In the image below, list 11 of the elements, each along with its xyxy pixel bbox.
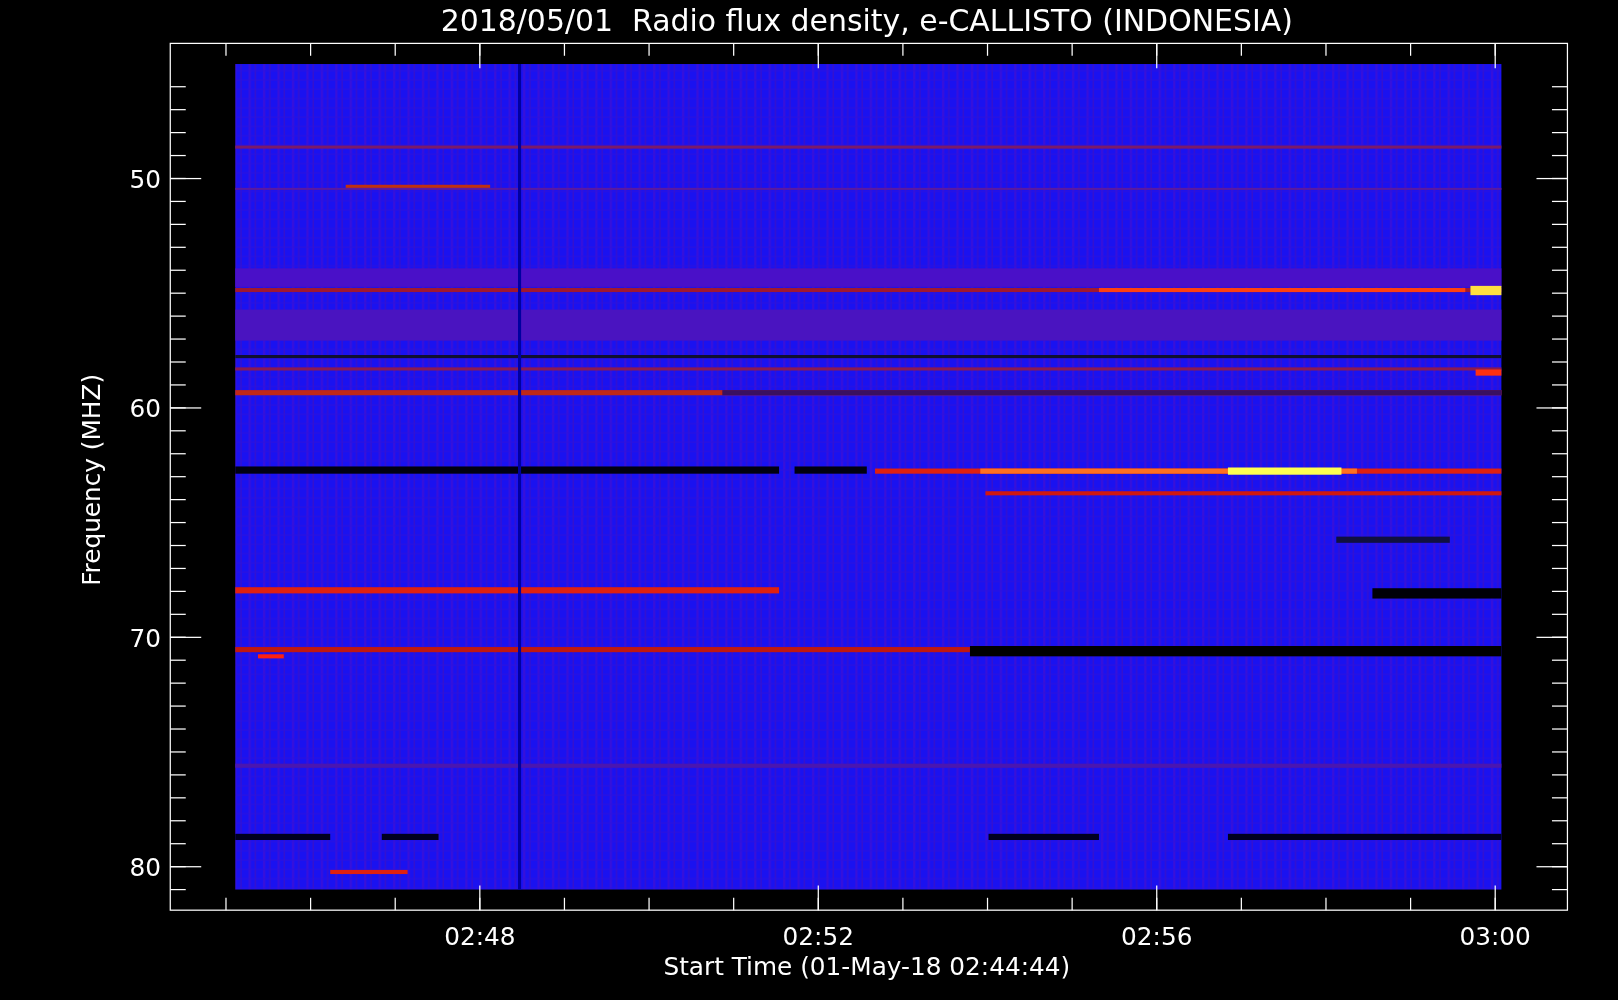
- chart-title: 2018/05/01 Radio flux density, e-CALLISTO (INDONESIA): [440, 3, 1293, 38]
- x-axis-label: Start Time (01-May-18 02:44:44): [663, 952, 1071, 982]
- y-tick-label: 70: [129, 623, 161, 653]
- y-tick-label: 80: [129, 853, 161, 882]
- y-axis-label: Frequency (MHZ): [77, 373, 107, 586]
- x-tick-label: 03:00: [1459, 922, 1531, 952]
- y-tick-label: 60: [129, 394, 161, 424]
- x-tick-label: 02:52: [782, 922, 854, 952]
- x-tick-label: 02:56: [1121, 922, 1193, 952]
- x-tick-label: 02:48: [444, 922, 516, 952]
- y-tick-label: 50: [129, 164, 161, 194]
